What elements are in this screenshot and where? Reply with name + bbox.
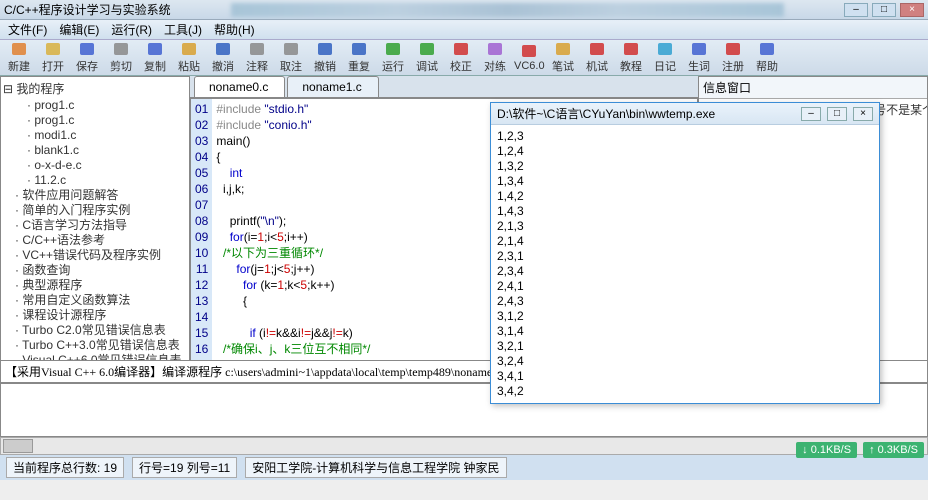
note-button[interactable]: 笔试 xyxy=(548,41,578,74)
cancel-icon xyxy=(282,41,300,57)
vc6-button[interactable]: VC6.0 xyxy=(514,43,544,72)
open-button[interactable]: 打开 xyxy=(38,41,68,74)
diary-icon xyxy=(656,41,674,57)
tutor-button[interactable]: 教程 xyxy=(616,41,646,74)
tree-section[interactable]: · C语言学习方法指导 xyxy=(15,218,187,233)
debug-button[interactable]: 调试 xyxy=(412,41,442,74)
menu-item[interactable]: 文件(F) xyxy=(4,19,51,40)
titlebar-blur xyxy=(231,3,784,17)
console-max-icon[interactable]: □ xyxy=(827,107,847,121)
debug-icon xyxy=(418,41,436,57)
menu-item[interactable]: 帮助(H) xyxy=(210,19,259,40)
quiz-button[interactable]: 机试 xyxy=(582,41,612,74)
status-pos: 行号=19 列号=11 xyxy=(132,457,237,478)
console-min-icon[interactable]: – xyxy=(801,107,821,121)
copy-icon xyxy=(146,41,164,57)
h-scrollbar[interactable] xyxy=(0,437,928,455)
cut-button[interactable]: 剪切 xyxy=(106,41,136,74)
new-icon xyxy=(10,41,28,57)
tree-file[interactable]: · 11.2.c xyxy=(27,173,187,188)
console-output: 1,2,31,2,41,3,21,3,41,4,21,4,32,1,32,1,4… xyxy=(491,125,879,403)
tree-section[interactable]: · 课程设计源程序 xyxy=(15,308,187,323)
editor-tab[interactable]: noname1.c xyxy=(287,76,378,97)
tree-section[interactable]: · 软件应用问题解答 xyxy=(15,188,187,203)
menu-item[interactable]: 工具(J) xyxy=(160,19,206,40)
tree-section[interactable]: · Turbo C2.0常见错误信息表 xyxy=(15,323,187,338)
comment-button[interactable]: 注释 xyxy=(242,41,272,74)
tree-section[interactable]: · Turbo C++3.0常见错误信息表 xyxy=(15,338,187,353)
open-icon xyxy=(44,41,62,57)
tree-file[interactable]: · blank1.c xyxy=(27,143,187,158)
project-tree[interactable]: ⊟ 我的程序 · prog1.c· prog1.c· modi1.c· blan… xyxy=(0,76,190,376)
register-icon xyxy=(724,41,742,57)
close-button[interactable]: × xyxy=(900,3,924,17)
maximize-button[interactable]: □ xyxy=(872,3,896,17)
revoke-button[interactable]: 撤销 xyxy=(310,41,340,74)
tree-section[interactable]: · 常用自定义函数算法 xyxy=(15,293,187,308)
copy-button[interactable]: 复制 xyxy=(140,41,170,74)
console-title: D:\软件~\C语言\CYuYan\bin\wwtemp.exe xyxy=(497,105,715,122)
vc6-icon xyxy=(520,43,538,59)
diary-button[interactable]: 日记 xyxy=(650,41,680,74)
match-button[interactable]: 对练 xyxy=(480,41,510,74)
tree-section[interactable]: · 典型源程序 xyxy=(15,278,187,293)
run-icon xyxy=(384,41,402,57)
editor-tab[interactable]: noname0.c xyxy=(194,76,285,97)
help-button[interactable]: 帮助 xyxy=(752,41,782,74)
tree-section[interactable]: · 简单的入门程序实例 xyxy=(15,203,187,218)
register-button[interactable]: 注册 xyxy=(718,41,748,74)
console-close-icon[interactable]: × xyxy=(853,107,873,121)
quiz-icon xyxy=(588,41,606,57)
console-window[interactable]: D:\软件~\C语言\CYuYan\bin\wwtemp.exe – □ × 1… xyxy=(490,102,880,404)
cancel-button[interactable]: 取注 xyxy=(276,41,306,74)
net-down-badge: ↓ 0.1KB/S xyxy=(796,442,857,458)
redo-icon xyxy=(350,41,368,57)
help-icon xyxy=(758,41,776,57)
info-header: 信息窗口 xyxy=(699,77,927,99)
minimize-button[interactable]: – xyxy=(844,3,868,17)
tree-header: ⊟ 我的程序 xyxy=(3,80,187,97)
bookmark-icon xyxy=(690,41,708,57)
status-total: 当前程序总行数: 19 xyxy=(6,457,124,478)
undo-button[interactable]: 撤消 xyxy=(208,41,238,74)
save-icon xyxy=(78,41,96,57)
comment-icon xyxy=(248,41,266,57)
tree-section[interactable]: · C/C++语法参考 xyxy=(15,233,187,248)
tree-file[interactable]: · o-x-d-e.c xyxy=(27,158,187,173)
cut-icon xyxy=(112,41,130,57)
tree-file[interactable]: · prog1.c xyxy=(27,98,187,113)
note-icon xyxy=(554,41,572,57)
undo-icon xyxy=(214,41,232,57)
run-button[interactable]: 运行 xyxy=(378,41,408,74)
paste-icon xyxy=(180,41,198,57)
tree-section[interactable]: · 函数查询 xyxy=(15,263,187,278)
match-icon xyxy=(486,41,504,57)
status-school: 安阳工学院-计算机科学与信息工程学院 钟家民 xyxy=(245,457,506,478)
redo-button[interactable]: 重复 xyxy=(344,41,374,74)
new-button[interactable]: 新建 xyxy=(4,41,34,74)
revoke-icon xyxy=(316,41,334,57)
bookmark-button[interactable]: 生词 xyxy=(684,41,714,74)
window-title: C/C++程序设计学习与实验系统 xyxy=(4,1,171,18)
menu-item[interactable]: 编辑(E) xyxy=(55,19,103,40)
tutor-icon xyxy=(622,41,640,57)
tree-section[interactable]: · VC++错误代码及程序实例 xyxy=(15,248,187,263)
save-button[interactable]: 保存 xyxy=(72,41,102,74)
proof-button[interactable]: 校正 xyxy=(446,41,476,74)
net-up-badge: ↑ 0.3KB/S xyxy=(863,442,924,458)
tree-file[interactable]: · modi1.c xyxy=(27,128,187,143)
proof-icon xyxy=(452,41,470,57)
tree-file[interactable]: · prog1.c xyxy=(27,113,187,128)
paste-button[interactable]: 粘贴 xyxy=(174,41,204,74)
menu-item[interactable]: 运行(R) xyxy=(107,19,156,40)
